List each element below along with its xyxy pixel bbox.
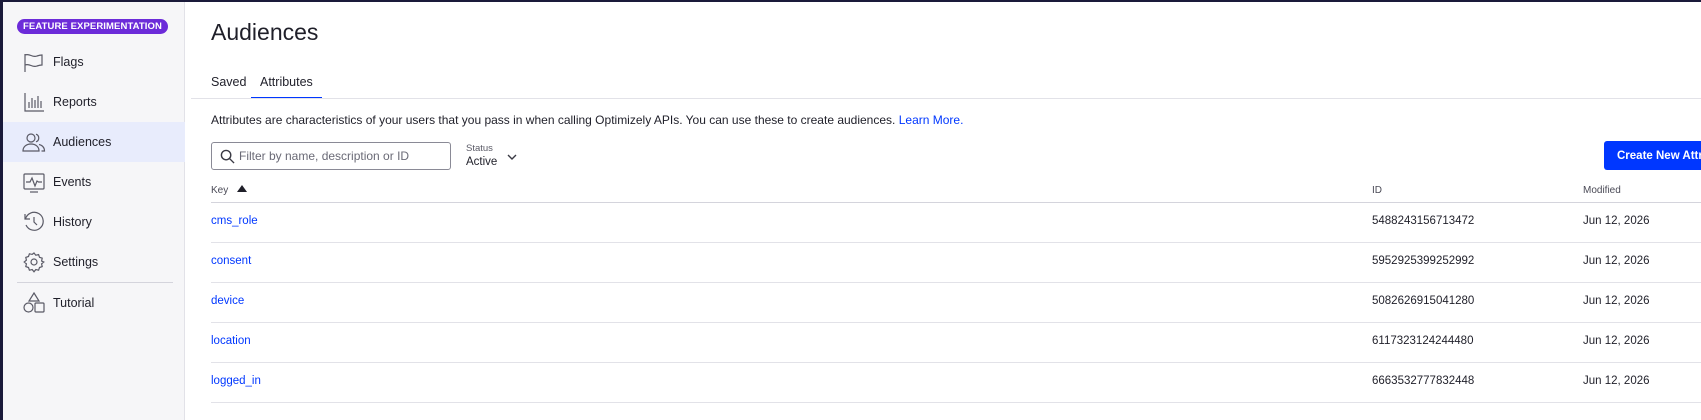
gear-icon — [23, 252, 45, 273]
sidebar-item-reports[interactable]: Reports — [3, 82, 185, 122]
bar-chart-icon — [24, 93, 44, 112]
filter-field[interactable] — [211, 142, 451, 170]
table-row: device 5082626915041280 Jun 12, 2026 — [211, 283, 1701, 323]
attribute-key-link[interactable]: cms_role — [211, 215, 258, 227]
column-header-key-label: Key — [211, 185, 229, 196]
attribute-id: 5488243156713472 — [1372, 215, 1475, 227]
attribute-modified: Jun 12, 2026 — [1583, 215, 1650, 227]
users-icon — [22, 133, 46, 152]
product-badge: FEATURE EXPERIMENTATION — [17, 19, 168, 34]
table-row: location 6117323124244480 Jun 12, 2026 — [211, 323, 1701, 363]
attribute-key-link[interactable]: logged_in — [211, 375, 261, 387]
tab-attributes[interactable]: Attributes — [251, 65, 322, 99]
attribute-key-link[interactable]: device — [211, 295, 244, 307]
column-header-modified: Modified — [1583, 185, 1621, 196]
main-content: Audiences Saved Attributes Attributes ar… — [191, 2, 1701, 420]
status-value: Active — [466, 156, 498, 168]
tabs-divider — [191, 98, 1701, 99]
sidebar-item-label: History — [53, 215, 92, 229]
sidebar-item-label: Settings — [53, 255, 99, 269]
sidebar-item-label: Tutorial — [53, 296, 95, 310]
pulse-icon — [23, 173, 45, 193]
attribute-modified: Jun 12, 2026 — [1583, 335, 1650, 347]
sidebar: FEATURE EXPERIMENTATION Flags Reports Au… — [3, 2, 185, 420]
table-row: logged_in 6663532777832448 Jun 12, 2026 — [211, 363, 1701, 403]
page-description: Attributes are characteristics of your u… — [211, 113, 963, 127]
sidebar-item-audiences[interactable]: Audiences — [3, 122, 185, 162]
flag-icon — [24, 53, 43, 72]
status-dropdown[interactable]: Status Active — [466, 143, 521, 171]
learn-more-link[interactable]: Learn More. — [899, 113, 964, 127]
attribute-id: 6117323124244480 — [1372, 335, 1474, 347]
sidebar-item-tutorial[interactable]: Tutorial — [3, 283, 185, 323]
attribute-modified: Jun 12, 2026 — [1583, 375, 1650, 387]
attribute-modified: Jun 12, 2026 — [1583, 255, 1650, 267]
attribute-id: 6663532777832448 — [1372, 375, 1475, 387]
history-icon — [24, 211, 44, 231]
column-header-key[interactable]: Key — [211, 183, 248, 203]
sidebar-item-label: Reports — [53, 95, 97, 109]
sidebar-item-events[interactable]: Events — [3, 162, 185, 202]
page-title: Audiences — [211, 19, 319, 45]
attribute-key-link[interactable]: consent — [211, 255, 251, 267]
search-icon — [220, 149, 235, 164]
sidebar-item-flags[interactable]: Flags — [3, 42, 185, 82]
sidebar-item-settings[interactable]: Settings — [3, 242, 185, 282]
create-new-attribute-button[interactable]: Create New Attribute — [1604, 141, 1701, 170]
description-text: Attributes are characteristics of your u… — [211, 113, 896, 127]
sidebar-item-label: Flags — [53, 55, 84, 69]
attribute-id: 5082626915041280 — [1372, 295, 1475, 307]
status-label: Status — [466, 143, 493, 154]
filter-input[interactable] — [239, 143, 444, 169]
sidebar-item-history[interactable]: History — [3, 202, 185, 242]
attribute-id: 5952925399252992 — [1372, 255, 1475, 267]
attribute-modified: Jun 12, 2026 — [1583, 295, 1650, 307]
sidebar-item-label: Events — [53, 175, 92, 189]
attribute-key-link[interactable]: location — [211, 335, 251, 347]
table-row: cms_role 5488243156713472 Jun 12, 2026 — [211, 203, 1701, 243]
table-row: consent 5952925399252992 Jun 12, 2026 — [211, 243, 1701, 283]
column-header-id: ID — [1372, 185, 1382, 196]
sidebar-item-label: Audiences — [53, 135, 112, 149]
chevron-down-icon — [507, 154, 517, 160]
shapes-icon — [23, 292, 45, 313]
tab-saved[interactable]: Saved — [202, 65, 255, 99]
sort-ascending-icon — [237, 185, 248, 192]
